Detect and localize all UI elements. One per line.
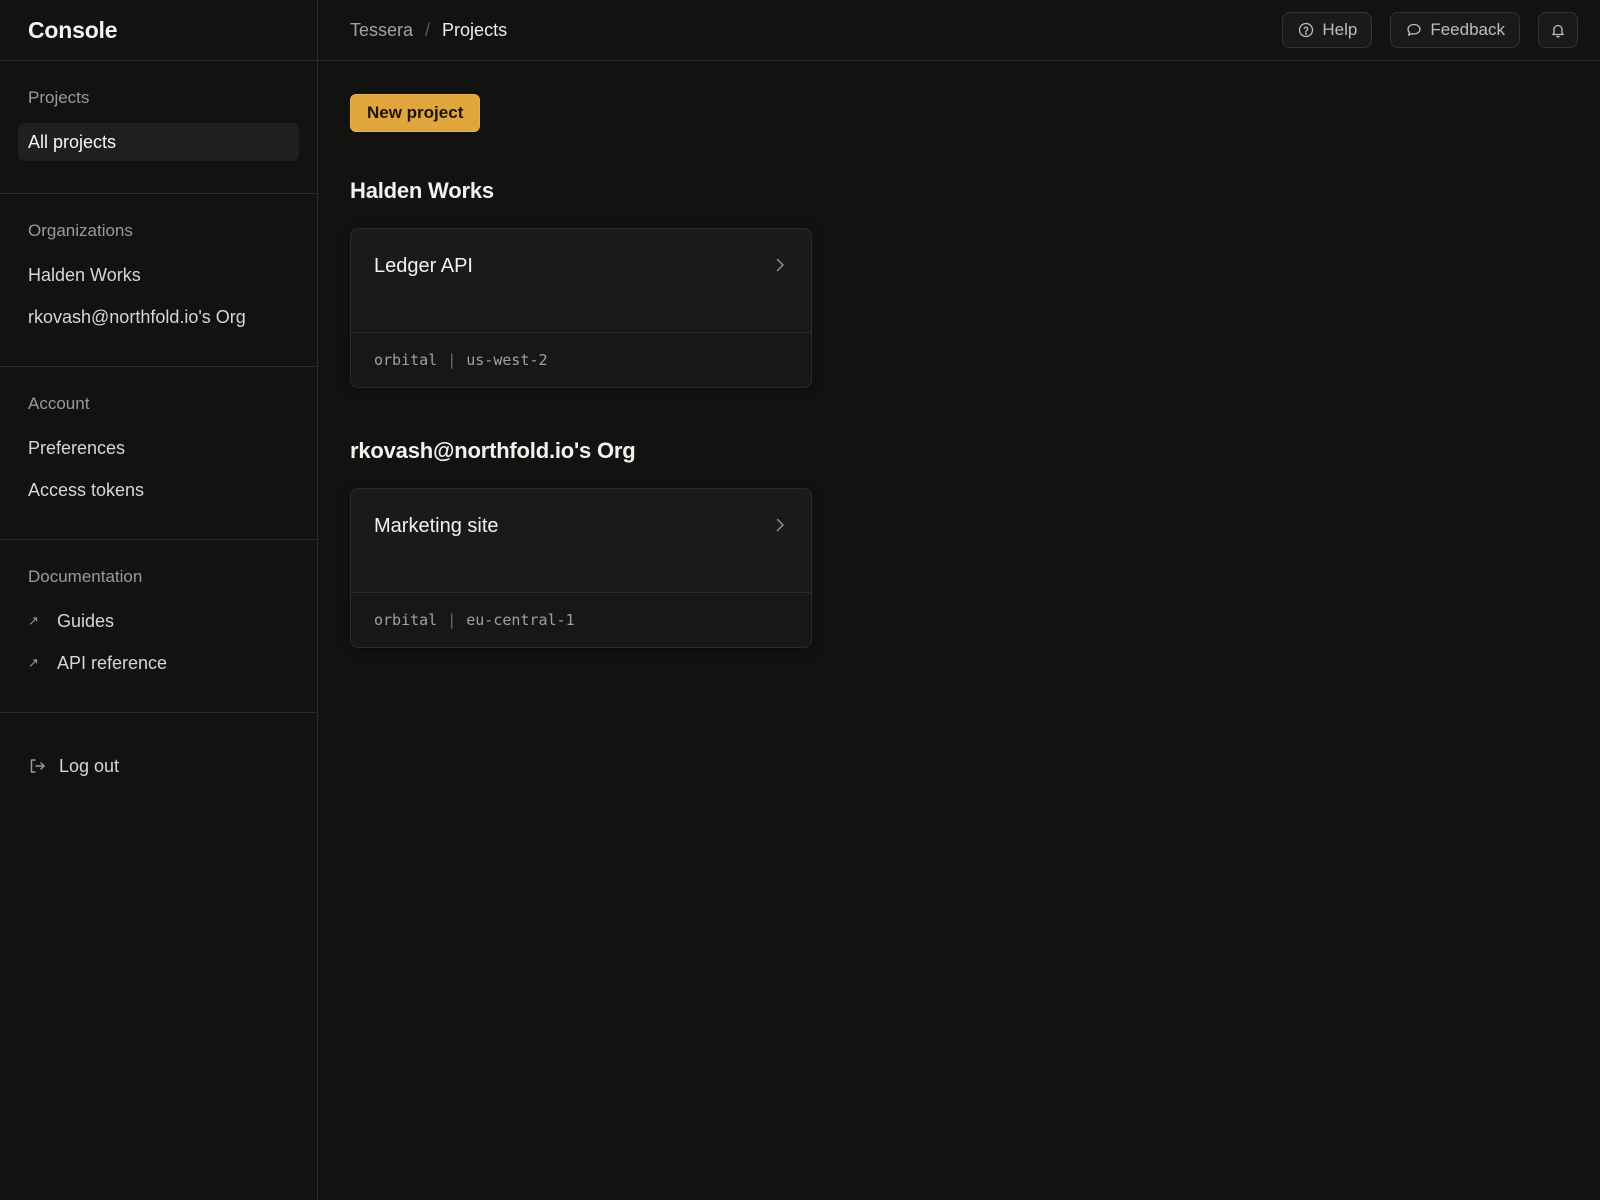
new-project-button[interactable]: New project	[350, 94, 481, 132]
top-header: Tessera / Projects Help Feedback	[318, 0, 1600, 61]
sidebar-item-halden-works[interactable]: Halden Works	[18, 256, 299, 294]
feedback-button[interactable]: Feedback	[1390, 12, 1520, 48]
breadcrumb-separator: /	[425, 19, 431, 40]
feedback-label: Feedback	[1430, 20, 1505, 39]
project-provider: orbital	[374, 611, 438, 629]
project-region: us-west-2	[466, 351, 548, 369]
breadcrumb-current: Projects	[442, 19, 508, 40]
help-icon	[1298, 22, 1314, 38]
org-heading: Halden Works	[350, 178, 494, 203]
sidebar-item-rkovash-org[interactable]: rkovash@northfold.io's Org	[18, 298, 299, 336]
meta-separator: |	[447, 351, 457, 369]
project-meta: orbital | eu-central-1	[351, 593, 811, 647]
sidebar-item-label: Guides	[57, 610, 115, 631]
breadcrumb-root[interactable]: Tessera	[350, 20, 413, 41]
chevron-right-icon	[775, 517, 785, 538]
chat-bubble-icon	[1406, 22, 1422, 38]
sidebar-item-preferences[interactable]: Preferences	[18, 429, 299, 467]
sidebar-item-api-reference[interactable]: ↗ API reference	[18, 644, 299, 682]
sidebar-item-access-tokens[interactable]: Access tokens	[18, 471, 299, 509]
logout-icon	[28, 757, 48, 775]
help-label: Help	[1322, 20, 1358, 39]
header-actions: Help Feedback	[1282, 12, 1578, 48]
sidebar-heading-account: Account	[28, 394, 90, 413]
sidebar-section-logout: Log out	[0, 713, 317, 815]
help-button[interactable]: Help	[1282, 12, 1373, 48]
sidebar-section-account: Account Preferences Access tokens	[0, 367, 317, 540]
sidebar-section-documentation: Documentation ↗ Guides ↗ API reference	[0, 540, 317, 713]
org-heading: rkovash@northfold.io's Org	[350, 438, 636, 463]
sidebar: Console Projects All projects Organizati…	[0, 0, 318, 1200]
sidebar-section-organizations: Organizations Halden Works rkovash@north…	[0, 194, 317, 367]
project-region: eu-central-1	[466, 611, 575, 629]
notifications-button[interactable]	[1538, 12, 1578, 48]
project-card-ledger-api[interactable]: Ledger API orbital | us-west-2	[350, 228, 812, 388]
sidebar-heading-projects: Projects	[28, 88, 90, 107]
external-link-icon: ↗	[28, 613, 39, 628]
breadcrumb: Tessera / Projects	[350, 20, 507, 41]
project-provider: orbital	[374, 351, 438, 369]
sidebar-item-label: API reference	[57, 652, 168, 673]
logout-label: Log out	[59, 755, 120, 776]
logout-button[interactable]: Log out	[18, 747, 299, 785]
external-link-icon: ↗	[28, 655, 39, 670]
sidebar-heading-documentation: Documentation	[28, 567, 143, 586]
app-title: Console	[0, 0, 317, 61]
meta-separator: |	[447, 611, 457, 629]
chevron-right-icon	[775, 257, 785, 278]
project-card-header: Marketing site	[351, 489, 811, 593]
project-name: Marketing site	[374, 515, 499, 537]
project-name: Ledger API	[374, 255, 473, 277]
project-card-header: Ledger API	[351, 229, 811, 333]
sidebar-item-guides[interactable]: ↗ Guides	[18, 602, 299, 640]
sidebar-heading-organizations: Organizations	[28, 221, 133, 240]
project-card-marketing-site[interactable]: Marketing site orbital | eu-central-1	[350, 488, 812, 648]
bell-icon	[1551, 23, 1565, 38]
sidebar-section-projects: Projects All projects	[0, 61, 317, 194]
sidebar-item-all-projects[interactable]: All projects	[18, 123, 299, 161]
main-content: New project Halden Works Ledger API orbi…	[350, 94, 1150, 648]
project-meta: orbital | us-west-2	[351, 333, 811, 387]
